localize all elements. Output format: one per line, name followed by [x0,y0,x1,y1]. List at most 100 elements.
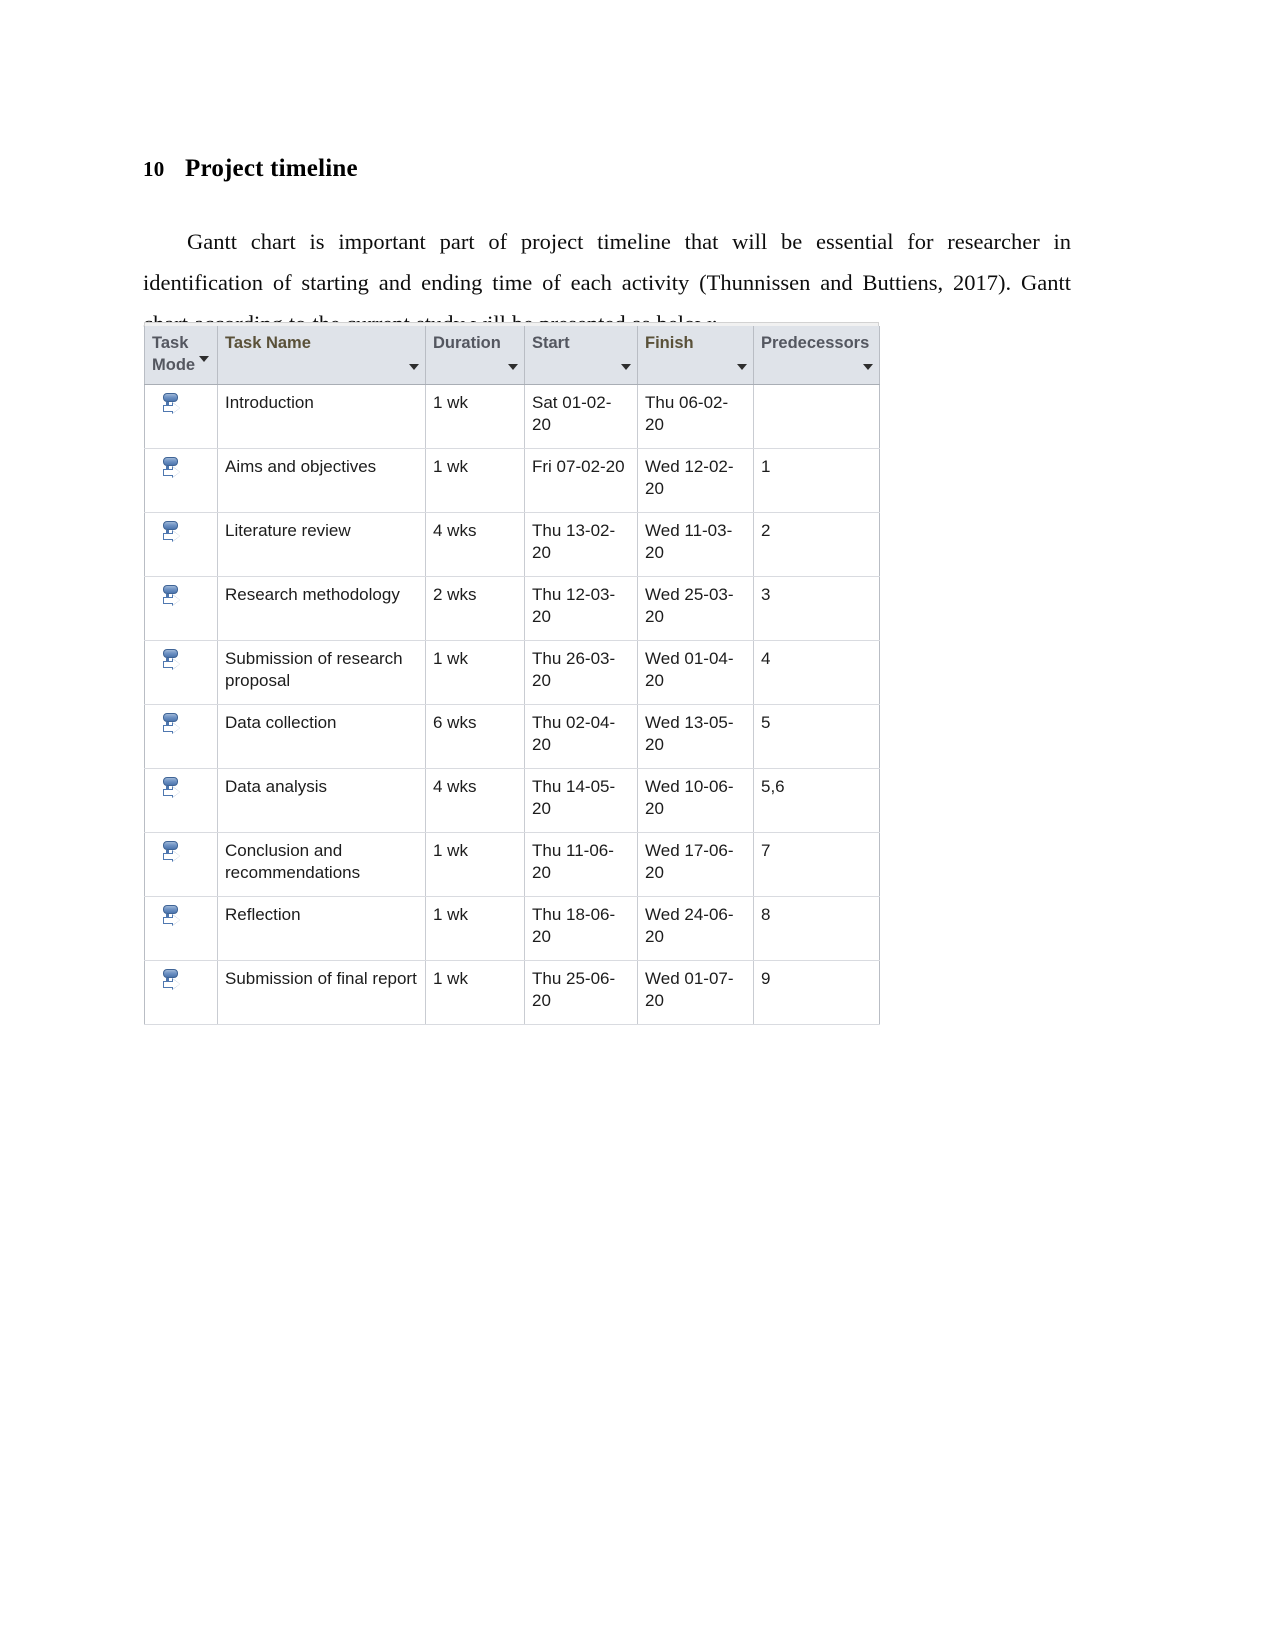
cell-duration[interactable]: 6 wks [425,704,525,769]
manually-scheduled-icon[interactable] [161,649,183,673]
cell-task-mode[interactable] [144,832,218,897]
manually-scheduled-icon[interactable] [161,969,183,993]
cell-start-date[interactable]: Fri 07-02-20 [524,448,638,513]
cell-predecessors[interactable]: 7 [753,832,880,897]
cell-predecessors[interactable]: 2 [753,512,880,577]
cell-duration[interactable]: 4 wks [425,768,525,833]
cell-finish-date[interactable]: Wed 17-06-20 [637,832,754,897]
table-row[interactable]: Conclusion and recommendations 1 wk Thu 11… [144,832,880,897]
column-header-start[interactable]: Start [524,326,638,385]
manually-scheduled-icon[interactable] [161,521,183,545]
cell-task-mode[interactable] [144,960,218,1025]
manually-scheduled-icon[interactable] [161,457,183,481]
cell-predecessors[interactable]: 3 [753,576,880,641]
cell-task-mode[interactable] [144,704,218,769]
column-header-finish[interactable]: Finish [637,326,754,385]
chevron-down-icon[interactable] [621,364,631,370]
cell-start-date[interactable]: Thu 25-06-20 [524,960,638,1025]
cell-finish-date[interactable]: Wed 25-03-20 [637,576,754,641]
cell-predecessors[interactable] [753,384,880,449]
cell-duration[interactable]: 1 wk [425,896,525,961]
cell-start-date[interactable]: Thu 11-06-20 [524,832,638,897]
cell-start-date[interactable]: Thu 18-06-20 [524,896,638,961]
cell-finish-date[interactable]: Wed 12-02-20 [637,448,754,513]
table-row[interactable]: Submission of final report 1 wk Thu 25-06-… [144,960,880,1025]
column-header-task-name[interactable]: Task Name [217,326,426,385]
cell-finish-date[interactable]: Wed 11-03-20 [637,512,754,577]
manually-scheduled-icon[interactable] [161,713,183,737]
cell-duration[interactable]: 2 wks [425,576,525,641]
cell-task-mode[interactable] [144,384,218,449]
chevron-down-icon[interactable] [199,356,209,362]
cell-task-name[interactable]: Research methodology [217,576,426,641]
cell-finish-date[interactable]: Wed 01-07-20 [637,960,754,1025]
cell-predecessors[interactable]: 4 [753,640,880,705]
cell-finish-date[interactable]: Wed 10-06-20 [637,768,754,833]
document-page: 10 Project timeline Gantt chart is import… [0,0,1275,1651]
cell-task-mode[interactable] [144,576,218,641]
chevron-down-icon[interactable] [508,364,518,370]
cell-task-name[interactable]: Data analysis [217,768,426,833]
cell-finish-date[interactable]: Thu 06-02-20 [637,384,754,449]
cell-predecessors[interactable]: 5,6 [753,768,880,833]
section-title: Project timeline [185,155,358,182]
project-timeline-table: Task Mode Task Name Duration Start Finis… [144,322,880,1025]
cell-task-name[interactable]: Reflection [217,896,426,961]
cell-duration[interactable]: 1 wk [425,384,525,449]
cell-start-date[interactable]: Thu 14-05-20 [524,768,638,833]
cell-task-mode[interactable] [144,640,218,705]
cell-finish-date[interactable]: Wed 01-04-20 [637,640,754,705]
cell-start-date[interactable]: Thu 26-03-20 [524,640,638,705]
column-header-task-mode[interactable]: Task Mode [144,326,218,385]
cell-task-name[interactable]: Aims and objectives [217,448,426,513]
manually-scheduled-icon[interactable] [161,585,183,609]
chevron-down-icon[interactable] [863,364,873,370]
table-row[interactable]: Aims and objectives 1 wk Fri 07-02-20 Wed 1… [144,448,880,513]
manually-scheduled-icon[interactable] [161,905,183,929]
chevron-down-icon[interactable] [737,364,747,370]
cell-start-date[interactable]: Sat 01-02-20 [524,384,638,449]
cell-duration[interactable]: 1 wk [425,448,525,513]
cell-task-mode[interactable] [144,896,218,961]
cell-task-mode[interactable] [144,512,218,577]
cell-predecessors[interactable]: 9 [753,960,880,1025]
table-row[interactable]: Data analysis 4 wks Thu 14-05-20 Wed 10-06-… [144,768,880,833]
chevron-down-icon[interactable] [409,364,419,370]
table-row[interactable]: Introduction 1 wk Sat 01-02-20 Thu 06-02-20 [144,384,880,449]
cell-duration[interactable]: 1 wk [425,640,525,705]
column-header-label: Task Mode [152,334,196,374]
column-header-label: Start [532,334,570,352]
cell-task-name[interactable]: Submission of final report [217,960,426,1025]
column-header-label: Duration [433,334,501,352]
cell-task-name[interactable]: Literature review [217,512,426,577]
cell-predecessors[interactable]: 5 [753,704,880,769]
table-row[interactable]: Research methodology 2 wks Thu 12-03-20 Wed… [144,576,880,641]
cell-task-mode[interactable] [144,768,218,833]
cell-start-date[interactable]: Thu 13-02-20 [524,512,638,577]
cell-duration[interactable]: 1 wk [425,960,525,1025]
cell-duration[interactable]: 1 wk [425,832,525,897]
table-row[interactable]: Literature review 4 wks Thu 13-02-20 Wed 11… [144,512,880,577]
cell-predecessors[interactable]: 8 [753,896,880,961]
table-row[interactable]: Reflection 1 wk Thu 18-06-20 Wed 24-06-20 8 [144,896,880,961]
column-header-label: Predecessors [761,334,870,352]
manually-scheduled-icon[interactable] [161,841,183,865]
table-row[interactable]: Data collection 6 wks Thu 02-04-20 Wed 13-0… [144,704,880,769]
manually-scheduled-icon[interactable] [161,393,183,417]
table-header-row: Task Mode Task Name Duration Start Finis… [144,326,880,385]
cell-predecessors[interactable]: 1 [753,448,880,513]
cell-task-name[interactable]: Data collection [217,704,426,769]
manually-scheduled-icon[interactable] [161,777,183,801]
cell-task-name[interactable]: Conclusion and recommendations [217,832,426,897]
cell-duration[interactable]: 4 wks [425,512,525,577]
cell-task-name[interactable]: Introduction [217,384,426,449]
cell-start-date[interactable]: Thu 02-04-20 [524,704,638,769]
cell-task-name[interactable]: Submission of research proposal [217,640,426,705]
cell-task-mode[interactable] [144,448,218,513]
cell-start-date[interactable]: Thu 12-03-20 [524,576,638,641]
column-header-predecessors[interactable]: Predecessors [753,326,880,385]
table-row[interactable]: Submission of research proposal 1 wk Thu 2… [144,640,880,705]
column-header-duration[interactable]: Duration [425,326,525,385]
cell-finish-date[interactable]: Wed 13-05-20 [637,704,754,769]
cell-finish-date[interactable]: Wed 24-06-20 [637,896,754,961]
